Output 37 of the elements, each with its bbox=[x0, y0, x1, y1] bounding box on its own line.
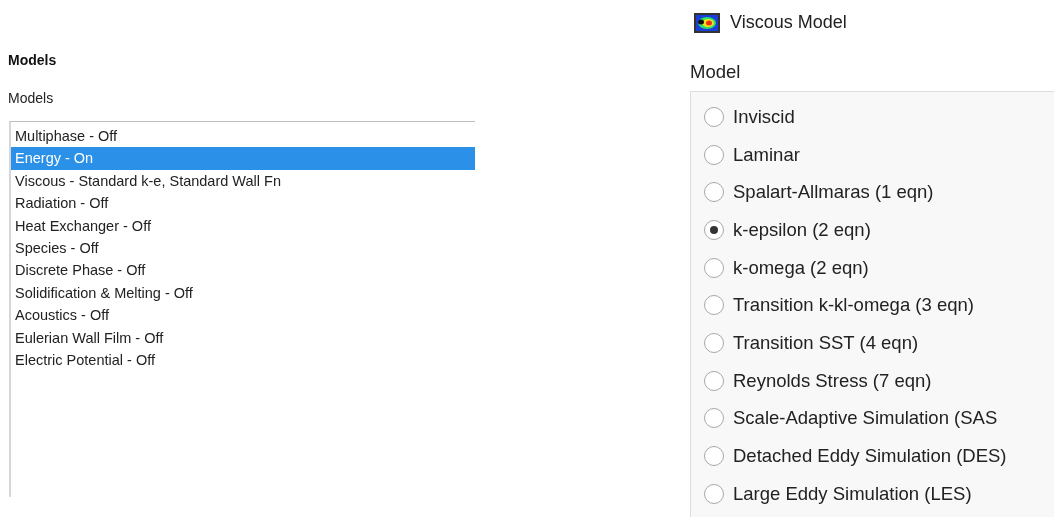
radio-button[interactable] bbox=[704, 182, 724, 203]
option-label[interactable]: k-omega (2 eqn) bbox=[733, 256, 869, 279]
option-label[interactable]: k-epsilon (2 eqn) bbox=[733, 218, 871, 241]
option-label[interactable]: Inviscid bbox=[733, 105, 795, 128]
list-item[interactable]: Solidification & Melting - Off bbox=[11, 281, 475, 305]
option-label[interactable]: Scale-Adaptive Simulation (SAS bbox=[733, 407, 998, 430]
option-label[interactable]: Reynolds Stress (7 eqn) bbox=[733, 369, 932, 392]
list-item[interactable]: Discrete Phase - Off bbox=[11, 259, 475, 282]
radio-button[interactable] bbox=[704, 257, 724, 278]
list-item[interactable]: Acoustics - Off bbox=[11, 304, 475, 327]
list-item[interactable]: Radiation - Off bbox=[11, 192, 475, 215]
radio-button[interactable] bbox=[704, 219, 724, 240]
option-label[interactable]: Detached Eddy Simulation (DES) bbox=[733, 445, 1007, 468]
radio-button[interactable] bbox=[704, 446, 724, 467]
option-label[interactable]: Transition k-kl-omega (3 eqn) bbox=[733, 294, 974, 317]
radio-button[interactable] bbox=[704, 483, 724, 504]
list-item[interactable]: Viscous - Standard k-e, Standard Wall Fn bbox=[11, 169, 475, 193]
section-heading: Models bbox=[8, 52, 58, 68]
radio-button[interactable] bbox=[704, 144, 724, 165]
option-label[interactable]: Transition SST (4 eqn) bbox=[733, 331, 919, 354]
radio-button[interactable] bbox=[704, 106, 724, 127]
radio-button[interactable] bbox=[704, 370, 724, 391]
radio-button[interactable] bbox=[704, 295, 724, 316]
radio-button[interactable] bbox=[704, 408, 724, 429]
radio-button[interactable] bbox=[704, 332, 724, 353]
list-item[interactable]: Eulerian Wall Film - Off bbox=[11, 326, 475, 349]
list-item[interactable]: Heat Exchanger - Off bbox=[11, 214, 475, 237]
window-title: Viscous Model bbox=[730, 12, 847, 33]
app-icon bbox=[694, 12, 720, 33]
list-item[interactable]: Electric Potential - Off bbox=[11, 348, 475, 372]
option-label[interactable]: Spalart-Allmaras (1 eqn) bbox=[733, 181, 934, 204]
list-item[interactable]: Species - Off bbox=[11, 236, 475, 260]
group-label: Model bbox=[690, 61, 742, 83]
list-item[interactable]: Multiphase - Off bbox=[11, 125, 475, 148]
option-label[interactable]: Large Eddy Simulation (LES) bbox=[733, 482, 972, 505]
option-label[interactable]: Laminar bbox=[733, 143, 800, 166]
list-label: Models bbox=[8, 90, 55, 106]
